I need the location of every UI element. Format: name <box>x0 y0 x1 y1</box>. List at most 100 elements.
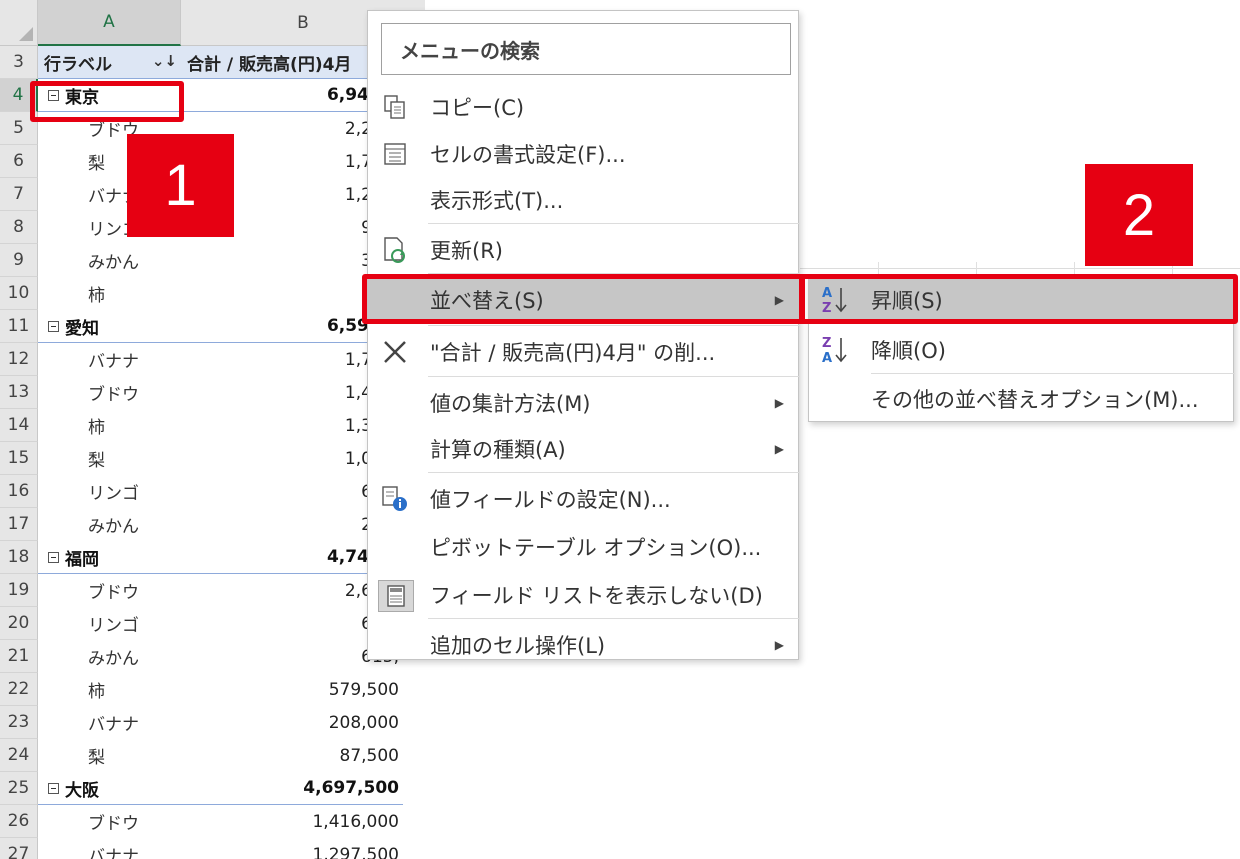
menu-item-remove-field[interactable]: "合計 / 販売高(円)4月" の削... <box>368 329 800 375</box>
collapse-icon[interactable] <box>48 782 59 794</box>
submenu-item-label: 降順(O) <box>871 339 946 363</box>
row-label-cell[interactable]: バナナ <box>38 706 181 739</box>
menu-item-label: フィールド リストを表示しない(D) <box>430 584 763 608</box>
row-label-text: バナナ <box>88 715 139 735</box>
pivot-item-row: 21みかん615, <box>0 640 425 673</box>
submenu-item-more-sort-options[interactable]: その他の並べ替えオプション(M)... <box>809 376 1235 422</box>
row-labels-cell[interactable]: 行ラベル ⌄↓ <box>38 46 181 79</box>
row-label-cell[interactable]: リンゴ <box>38 607 181 640</box>
row-header[interactable]: 20 <box>0 607 38 640</box>
pivot-item-row: 13ブドウ1,457, <box>0 376 425 409</box>
row-label-cell[interactable]: ブドウ <box>38 805 181 838</box>
row-header[interactable]: 11 <box>0 310 38 343</box>
menu-item-pivot-options[interactable]: ピボットテーブル オプション(O)... <box>368 524 800 570</box>
row-label-text: ブドウ <box>88 583 139 603</box>
row-label-cell[interactable]: 梨 <box>38 739 181 772</box>
row-label-cell[interactable]: 愛知 <box>38 310 181 343</box>
menu-item-number-format[interactable]: 表示形式(T)... <box>368 177 800 223</box>
row-label-cell[interactable]: 柿 <box>38 673 181 706</box>
row-header[interactable]: 18 <box>0 541 38 574</box>
menu-item-more-cell-actions[interactable]: 追加のセル操作(L) ▶ <box>368 622 800 668</box>
value-cell[interactable]: 4,697,500 <box>181 772 403 805</box>
submenu-item-sort-descending[interactable]: ZA 降順(O) <box>809 327 1235 373</box>
row-header[interactable]: 7 <box>0 178 38 211</box>
step-badge-1: 1 <box>127 134 234 237</box>
menu-separator <box>428 325 800 326</box>
row-header[interactable]: 25 <box>0 772 38 805</box>
row-label-cell[interactable]: バナナ <box>38 343 181 376</box>
menu-item-show-values-as[interactable]: 計算の種類(A) ▶ <box>368 426 800 472</box>
pivot-item-row: 17みかん291, <box>0 508 425 541</box>
select-all-corner[interactable] <box>0 0 38 46</box>
menu-item-summarize-by[interactable]: 値の集計方法(M) ▶ <box>368 380 800 426</box>
row-label-text: リンゴ <box>88 616 139 636</box>
row-label-cell[interactable]: 梨 <box>38 442 181 475</box>
row-header[interactable]: 8 <box>0 211 38 244</box>
svg-text:Z: Z <box>822 336 831 351</box>
copy-icon <box>378 92 412 122</box>
filter-sort-icon[interactable]: ⌄↓ <box>152 52 177 70</box>
row-header[interactable]: 22 <box>0 673 38 706</box>
value-cell[interactable]: 1,416,000 <box>181 805 403 838</box>
menu-item-format-cells[interactable]: セルの書式設定(F)... <box>368 131 800 177</box>
value-cell[interactable]: 1,297,500 <box>181 838 403 859</box>
value-cell[interactable]: 208,000 <box>181 706 403 739</box>
row-header[interactable]: 24 <box>0 739 38 772</box>
svg-text:A: A <box>822 351 832 366</box>
row-label-cell[interactable]: リンゴ <box>38 475 181 508</box>
value-cell[interactable]: 579,500 <box>181 673 403 706</box>
value-cell[interactable]: 87,500 <box>181 739 403 772</box>
menu-item-copy[interactable]: コピー(C) <box>368 84 800 130</box>
row-header[interactable]: 9 <box>0 244 38 277</box>
menu-separator <box>428 472 800 473</box>
pivot-item-row: 20リンゴ630, <box>0 607 425 640</box>
menu-separator <box>428 376 800 377</box>
row-label-cell[interactable]: 柿 <box>38 409 181 442</box>
row-header[interactable]: 26 <box>0 805 38 838</box>
background-gridline <box>1074 262 1075 274</box>
collapse-icon[interactable] <box>48 320 59 332</box>
menu-item-label: "合計 / 販売高(円)4月" の削... <box>430 341 716 365</box>
row-header[interactable]: 23 <box>0 706 38 739</box>
row-label-text: みかん <box>88 253 139 273</box>
row-header[interactable]: 19 <box>0 574 38 607</box>
row-header[interactable]: 17 <box>0 508 38 541</box>
pivot-item-row: 9みかん372, <box>0 244 425 277</box>
row-label-cell[interactable]: みかん <box>38 640 181 673</box>
menu-search-input[interactable]: メニューの検索 <box>381 23 791 75</box>
row-label-cell[interactable]: 大阪 <box>38 772 181 805</box>
row-header[interactable]: 12 <box>0 343 38 376</box>
row-label-cell[interactable]: 福岡 <box>38 541 181 574</box>
menu-item-label: 値の集計方法(M) <box>430 392 591 416</box>
row-header[interactable]: 6 <box>0 145 38 178</box>
delete-x-icon <box>378 337 412 367</box>
sort-descending-icon: ZA <box>819 333 853 367</box>
collapse-icon[interactable] <box>48 551 59 563</box>
menu-item-field-settings[interactable]: 値フィールドの設定(N)... <box>368 476 800 522</box>
row-label-cell[interactable]: ブドウ <box>38 574 181 607</box>
row-header[interactable]: 15 <box>0 442 38 475</box>
row-label-text: みかん <box>88 517 139 537</box>
pivot-header-row: 3 行ラベル ⌄↓ 合計 / 販売高(円)4月 <box>0 46 425 79</box>
row-label-cell[interactable]: バナナ <box>38 838 181 859</box>
submenu-item-label: その他の並べ替えオプション(M)... <box>871 388 1199 412</box>
row-header[interactable]: 16 <box>0 475 38 508</box>
row-header[interactable]: 10 <box>0 277 38 310</box>
menu-item-label: セルの書式設定(F)... <box>430 143 626 167</box>
row-label-text: 福岡 <box>65 549 99 570</box>
row-label-cell[interactable]: みかん <box>38 244 181 277</box>
row-label-text: 柿 <box>88 418 105 438</box>
menu-separator <box>428 223 800 224</box>
row-header[interactable]: 27 <box>0 838 38 859</box>
menu-item-hide-field-list[interactable]: フィールド リストを表示しない(D) <box>368 572 800 618</box>
menu-item-refresh[interactable]: 更新(R) <box>368 227 800 273</box>
row-label-cell[interactable]: 柿 <box>38 277 181 310</box>
row-label-cell[interactable]: みかん <box>38 508 181 541</box>
column-header-a[interactable]: A <box>38 0 181 46</box>
row-header[interactable]: 14 <box>0 409 38 442</box>
row-header[interactable]: 3 <box>0 46 38 79</box>
row-label-cell[interactable]: ブドウ <box>38 376 181 409</box>
row-header[interactable]: 13 <box>0 376 38 409</box>
row-header[interactable]: 21 <box>0 640 38 673</box>
refresh-icon <box>378 235 412 265</box>
